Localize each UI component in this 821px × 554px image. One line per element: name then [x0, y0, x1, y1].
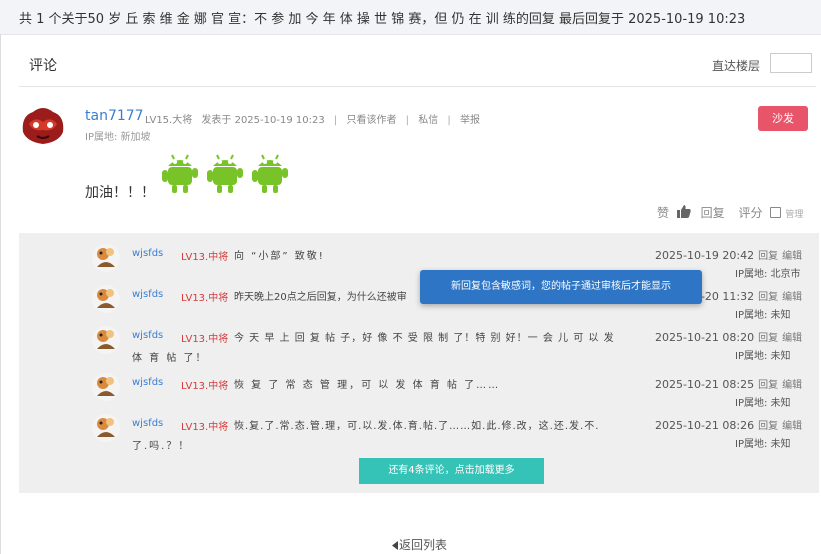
post-content: 加油！！！ — [85, 185, 155, 201]
android-thumbs-up-icon — [162, 154, 198, 193]
reply-username[interactable]: wjsfds — [132, 377, 163, 388]
load-more-button[interactable]: 还有4条评论，点击加载更多 — [359, 458, 544, 484]
reply-timestamp: 2025-10-21 08:25 — [655, 378, 755, 391]
reply-reply-link[interactable]: 回复 — [758, 421, 778, 432]
rate-button[interactable]: 评分 — [739, 206, 763, 220]
reply-item: wjsfds LV13.中将 恢 复 了 常 态 管 理，可 以 发 体 育 帖… — [19, 366, 819, 410]
reply-text-continued: 了.吗.？！ — [132, 441, 191, 452]
reply-ip: IP属地: 未知 — [735, 351, 791, 362]
reply-edit-link[interactable]: 编辑 — [782, 380, 802, 391]
report-link[interactable]: 举报 — [460, 115, 480, 126]
reply-timestamp: 2025-10-21 08:26 — [655, 419, 755, 432]
reply-reply-link[interactable]: 回复 — [758, 251, 778, 262]
comments-title: 评论 — [29, 58, 57, 74]
reply-text: 恢 复 了 常 态 管 理，可 以 发 体 育 帖 了…… — [234, 380, 501, 391]
reply-username[interactable]: wjsfds — [132, 418, 163, 429]
reply-time: 2025-10-21 08:20 回复 编辑 — [655, 329, 802, 344]
reply-reply-link[interactable]: 回复 — [758, 380, 778, 391]
reply-item: wjsfds LV13.中将 今 天 早 上 回 复 帖 子，好 像 不 受 限… — [19, 319, 819, 364]
reply-time: 2025-10-19 20:42 回复 编辑 — [655, 247, 802, 262]
jump-to-floor-input[interactable] — [770, 53, 812, 73]
thread-info-text: 共 1 个关于50 岁 丘 索 维 金 娜 官 宣：不 参 加 今 年 体 操 … — [19, 12, 746, 27]
reply-ip: IP属地: 未知 — [735, 439, 791, 450]
reply-text: 今 天 早 上 回 复 帖 子，好 像 不 受 限 制 了！特 别 好！一 会 … — [234, 333, 615, 344]
reply-reply-link[interactable]: 回复 — [758, 292, 778, 303]
user-level: LV15.大将 — [145, 115, 193, 126]
reply-item: wjsfds LV13.中将 恢.复.了.常.态.管.理，可.以.发.体.育.帖… — [19, 407, 819, 452]
reply-avatar[interactable] — [91, 243, 121, 273]
moderation-toast: 新回复包含敏感词，您的帖子通过审核后才能显示 — [420, 270, 702, 304]
post-username[interactable]: tan7177 — [85, 108, 144, 124]
reply-level: LV13.中将 — [181, 381, 229, 392]
reply-avatar[interactable] — [91, 413, 121, 443]
reply-avatar[interactable] — [91, 325, 121, 355]
post-meta: LV15.大将 发表于 2025-10-19 10:23 | 只看该作者 | 私… — [145, 111, 480, 126]
reply-button[interactable]: 回复 — [701, 206, 725, 220]
reply-level: LV13.中将 — [181, 293, 229, 304]
separator: | — [405, 115, 410, 126]
post-ip-location: IP属地: 新加坡 — [85, 132, 151, 143]
reply-text: 昨天晚上20点之后回复，为什么还被审 — [234, 292, 407, 303]
android-thumbs-up-icon — [207, 154, 243, 193]
back-to-list-link[interactable]: 返回列表 — [392, 536, 447, 553]
reply-level: LV13.中将 — [181, 422, 229, 433]
back-to-list-label: 返回列表 — [399, 538, 448, 552]
divider — [19, 86, 816, 87]
reply-edit-link[interactable]: 编辑 — [782, 251, 802, 262]
reply-level: LV13.中将 — [181, 334, 229, 345]
reply-text: 恢.复.了.常.态.管.理，可.以.发.体.育.帖.了……如.此.修.改，这.还… — [234, 421, 600, 432]
reply-level: LV13.中将 — [181, 252, 229, 263]
sofa-floor-badge[interactable]: 沙发 — [758, 106, 808, 131]
user-avatar[interactable] — [19, 102, 67, 146]
reply-edit-link[interactable]: 编辑 — [782, 333, 802, 344]
post-time: 发表于 2025-10-19 10:23 — [201, 115, 325, 126]
manage-label: 管理 — [785, 210, 804, 220]
separator: | — [447, 115, 451, 126]
reply-edit-link[interactable]: 编辑 — [782, 421, 802, 432]
reply-username[interactable]: wjsfds — [132, 330, 163, 341]
manage-checkbox[interactable] — [770, 207, 782, 218]
reply-avatar[interactable] — [91, 372, 121, 402]
reply-reply-link[interactable]: 回复 — [758, 333, 778, 344]
like-button[interactable]: 赞 — [657, 206, 669, 220]
private-message-link[interactable]: 私信 — [418, 115, 438, 126]
post-actions: 赞 回复 评分 管理 — [657, 204, 807, 221]
caret-left-icon — [392, 541, 398, 550]
jump-to-floor-label: 直达楼层 — [712, 59, 761, 73]
reply-time: 2025-10-21 08:25 回复 编辑 — [655, 376, 802, 391]
reply-avatar[interactable] — [91, 284, 121, 314]
thread-info-bar: 共 1 个关于50 岁 丘 索 维 金 娜 官 宣：不 参 加 今 年 体 操 … — [0, 0, 821, 35]
reply-edit-link[interactable]: 编辑 — [782, 292, 802, 303]
reply-username[interactable]: wjsfds — [132, 289, 163, 300]
only-author-link[interactable]: 只看该作者 — [346, 115, 396, 126]
reply-timestamp: 2025-10-19 20:42 — [655, 249, 755, 262]
separator: | — [333, 115, 338, 126]
android-thumbs-up-icon — [252, 154, 288, 193]
left-border — [0, 34, 1, 554]
reply-time: 2025-10-21 08:26 回复 编辑 — [655, 417, 802, 432]
reply-username[interactable]: wjsfds — [132, 248, 163, 259]
reply-timestamp: 2025-10-21 08:20 — [655, 331, 755, 344]
thumbs-up-icon[interactable] — [676, 205, 691, 218]
reply-text: 向 “小部” 致敬! — [234, 251, 325, 262]
reply-text-continued: 体 育 帖 了！ — [132, 353, 208, 364]
